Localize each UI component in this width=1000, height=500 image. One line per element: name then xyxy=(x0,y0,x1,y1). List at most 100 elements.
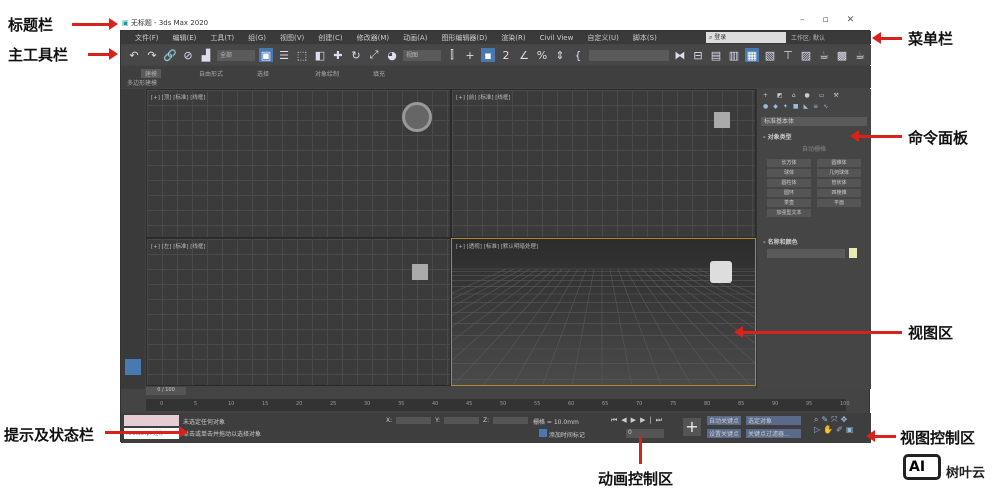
snap-icon[interactable]: 2 xyxy=(499,48,513,62)
material-editor-icon[interactable]: ⊤ xyxy=(781,48,795,62)
auto-key-button[interactable]: 自动关键点 xyxy=(707,416,742,425)
key-selected-dropdown[interactable]: 选定对象 xyxy=(746,416,801,425)
menu-item[interactable]: 脚本(S) xyxy=(633,33,657,43)
coordinate-fields[interactable]: X: Y: Z: xyxy=(386,417,529,424)
ribbon-tab[interactable]: 建模 xyxy=(141,69,162,78)
menu-item[interactable]: 组(G) xyxy=(248,33,266,43)
bind-icon[interactable]: ▟ xyxy=(199,48,213,62)
rect-select-icon[interactable]: ⬚ xyxy=(295,48,309,62)
add-time-tag[interactable]: 添加时间标记 xyxy=(539,429,585,439)
layer-icon[interactable]: ▥ xyxy=(727,48,741,62)
unlink-icon[interactable]: ⊘ xyxy=(181,48,195,62)
object-name-input[interactable] xyxy=(767,249,845,258)
object-color-swatch[interactable] xyxy=(849,248,857,258)
watermark-text: 树叶云 xyxy=(946,466,986,481)
viewcube-icon[interactable] xyxy=(710,261,732,283)
command-tabs[interactable]: +◩⌂●▭⚒ xyxy=(757,89,871,102)
primitive-button[interactable]: 圆柱体 xyxy=(767,179,811,187)
ribbon-tab[interactable]: 选择 xyxy=(257,69,269,78)
viewport-layout-icon[interactable] xyxy=(125,359,141,375)
menu-item[interactable]: 自定义(U) xyxy=(587,33,619,43)
render-setup-icon[interactable]: ▨ xyxy=(799,48,813,62)
undo-icon[interactable]: ↶ xyxy=(127,48,141,62)
align-icon[interactable]: ⊟ xyxy=(691,48,705,62)
scene-explorer-icon[interactable]: ▤ xyxy=(709,48,723,62)
curve-editor-icon[interactable]: ▦ xyxy=(745,48,759,62)
ribbon-tab[interactable]: 自由形式 xyxy=(199,69,223,78)
viewcube-icon[interactable] xyxy=(412,264,428,280)
viewport-left[interactable]: [+] [左] [标准] [线框] xyxy=(146,238,451,386)
primitive-button[interactable]: 管状体 xyxy=(817,179,861,187)
rollout-name-color[interactable]: - 名称和颜色 xyxy=(763,237,798,246)
autogrid-checkbox[interactable]: 自动栅格 xyxy=(757,144,871,153)
ribbon-tab[interactable]: 对象绘制 xyxy=(315,69,339,78)
maxscript-listener[interactable] xyxy=(124,415,179,426)
menu-item[interactable]: 视图(V) xyxy=(280,33,304,43)
viewcube-icon[interactable] xyxy=(714,112,730,128)
render-production-icon[interactable]: ☕ xyxy=(853,48,867,62)
primitive-button[interactable]: 茶壶 xyxy=(767,199,811,207)
redo-icon[interactable]: ↷ xyxy=(145,48,159,62)
key-filters-button[interactable]: 关键点过滤器... xyxy=(746,429,801,438)
named-selection-set[interactable] xyxy=(589,49,669,61)
select-by-name-icon[interactable]: ☰ xyxy=(277,48,291,62)
keyboard-shortcut-icon[interactable]: ▪ xyxy=(481,48,495,62)
menu-item[interactable]: 文件(F) xyxy=(135,33,159,43)
ribbon-tab[interactable]: 填充 xyxy=(373,69,385,78)
menu-item[interactable]: Civil View xyxy=(540,34,574,42)
time-slider[interactable]: 0 / 100 xyxy=(146,387,186,395)
render-icon[interactable]: ▩ xyxy=(835,48,849,62)
login-field[interactable]: ⌕ 登录 xyxy=(706,32,786,43)
set-key-button[interactable]: 设置关键点 xyxy=(707,429,742,438)
viewcube-icon[interactable] xyxy=(402,102,432,132)
viewport-perspective[interactable]: [+] [透视] [标准] [默认明暗处理] xyxy=(451,238,756,386)
menu-item[interactable]: 图形编辑器(D) xyxy=(441,33,487,43)
primitive-button[interactable]: 平面 xyxy=(817,199,861,207)
rotate-icon[interactable]: ↻ xyxy=(349,48,363,62)
menu-item[interactable]: 动画(A) xyxy=(403,33,427,43)
track-bar[interactable]: 0 5 10 15 20 25 30 35 40 45 50 55 60 65 70 75 80 85 90 95 10… xyxy=(146,399,850,411)
timeline-tick-label: 85 xyxy=(738,401,745,407)
selection-filter[interactable]: 全部 xyxy=(217,49,255,61)
link-icon[interactable]: 🔗 xyxy=(163,48,177,62)
primitive-button[interactable]: 球体 xyxy=(767,169,811,177)
primitive-button[interactable]: 圆环 xyxy=(767,189,811,197)
menu-item[interactable]: 修改器(M) xyxy=(357,33,390,43)
menu-item[interactable]: 编辑(E) xyxy=(173,33,197,43)
primitive-button[interactable]: 加强型文本 xyxy=(767,209,811,217)
timeline-tick-label: 15 xyxy=(262,401,269,407)
object-category-dropdown[interactable]: 标准基本体 xyxy=(761,117,867,126)
window-controls[interactable]: –▫✕ xyxy=(800,15,872,25)
named-selection-icon[interactable]: { xyxy=(571,48,585,62)
spinner-snap-icon[interactable]: ⇕ xyxy=(553,48,567,62)
workspace-select[interactable]: 工作区: 默认 xyxy=(791,33,825,42)
menu-item[interactable]: 渲染(R) xyxy=(501,33,525,43)
ref-coord-select[interactable]: 视图 xyxy=(403,49,441,61)
select-icon[interactable]: ▣ xyxy=(259,48,273,62)
window-crossing-icon[interactable]: ◧ xyxy=(313,48,327,62)
viewport-front[interactable]: [+] [前] [标准] [线框] xyxy=(451,89,756,238)
pivot-icon[interactable]: ⫿ xyxy=(445,48,459,62)
scale-icon[interactable]: ⤢ xyxy=(367,48,381,62)
annotation-status-bar: 提示及状态栏 xyxy=(4,426,95,444)
percent-snap-icon[interactable]: % xyxy=(535,48,549,62)
primitive-button[interactable]: 几何球体 xyxy=(817,169,861,177)
primitive-button[interactable]: 圆锥体 xyxy=(817,159,861,167)
set-key-big-button[interactable]: + xyxy=(683,418,701,436)
menu-item[interactable]: 创建(C) xyxy=(318,33,342,43)
schematic-icon[interactable]: ▧ xyxy=(763,48,777,62)
primitive-button[interactable]: 长方体 xyxy=(767,159,811,167)
place-icon[interactable]: ◕ xyxy=(385,48,399,62)
menu-item[interactable]: 工具(T) xyxy=(210,33,234,43)
current-frame-input[interactable]: 0 xyxy=(626,429,664,438)
viewport-top[interactable]: [+] [顶] [标准] [线框] xyxy=(146,89,451,238)
render-frame-icon[interactable]: ☕ xyxy=(817,48,831,62)
playback-controls[interactable]: ⏮◀▶▶|⏭ xyxy=(611,416,666,425)
angle-snap-icon[interactable]: ∠ xyxy=(517,48,531,62)
viewport-nav-controls[interactable]: ⌕✎⤧✥ ▷✋✐▣ xyxy=(814,415,856,434)
move-icon[interactable]: ✚ xyxy=(331,48,345,62)
create-category-icons[interactable]: ●◆✦■◣≡∿ xyxy=(757,102,871,114)
mirror-icon[interactable]: ⧓ xyxy=(673,48,687,62)
primitive-button[interactable]: 四棱锥 xyxy=(817,189,861,197)
manipulate-icon[interactable]: + xyxy=(463,48,477,62)
